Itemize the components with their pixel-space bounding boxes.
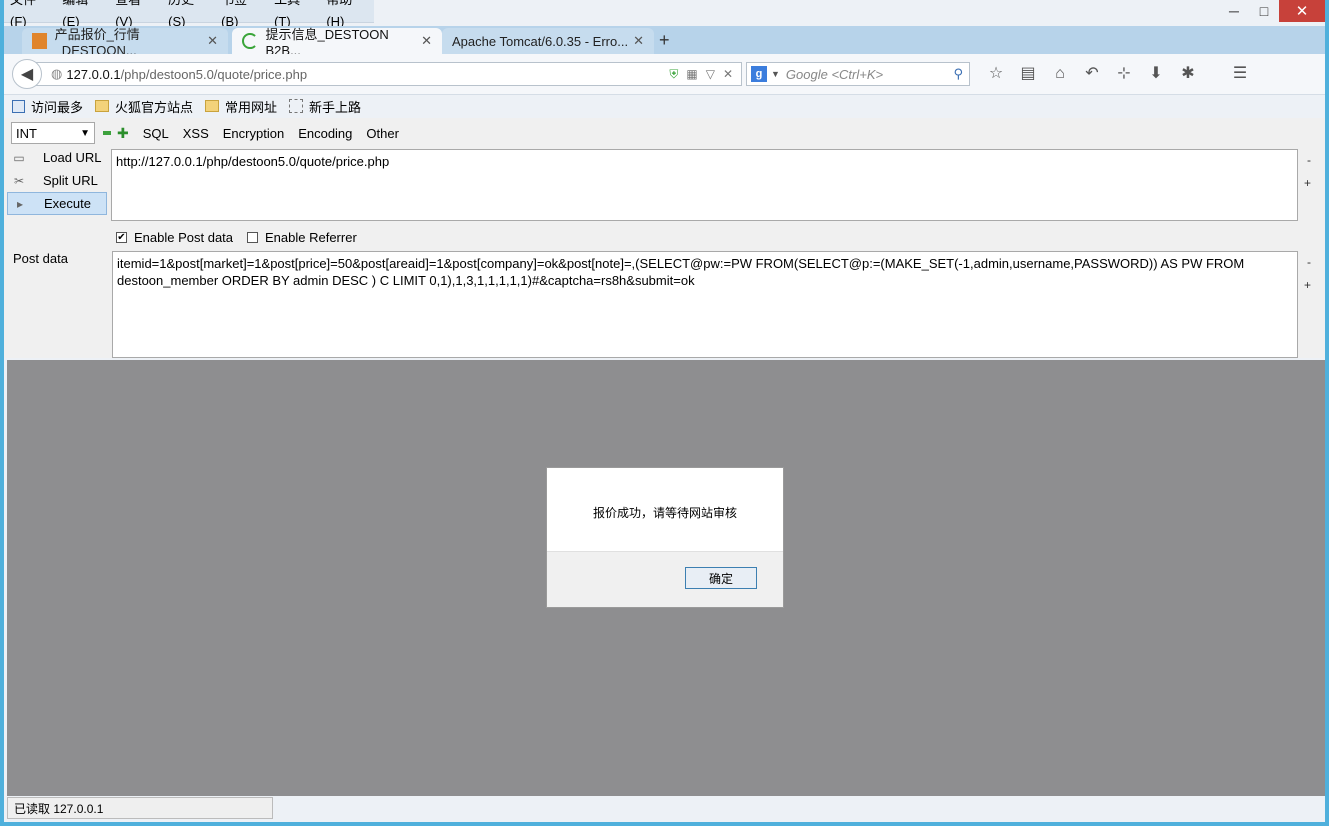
enable-post-checkbox[interactable]: ✔ Enable Post data: [116, 230, 233, 245]
url-host: 127.0.0.1: [66, 66, 121, 82]
download-icon[interactable]: ⬇: [1140, 62, 1172, 86]
clear-url-icon[interactable]: ✕: [723, 67, 733, 82]
hackbar-panel: INT ▼ ✚ SQL XSS Encryption Encoding Othe…: [4, 118, 1325, 358]
back-arrow-icon: ◀: [20, 66, 34, 83]
tab-label: 产品报价_行情_DESTOON...: [54, 27, 140, 58]
menu-icon[interactable]: ☰: [1224, 62, 1256, 86]
tab-close-icon[interactable]: ✕: [421, 33, 432, 49]
type-select[interactable]: INT ▼: [11, 122, 95, 144]
bookmark-star-icon[interactable]: ☆: [980, 62, 1012, 86]
url-path: /php/destoon5.0/quote/price.php: [120, 66, 308, 82]
browser-window: 文件(F) 编辑(E) 查看(V) 历史(S) 书签(B) 工具(T) 帮助(H…: [4, 0, 1325, 822]
tab-strip: 产品报价_行情_DESTOON... ✕ 提示信息_DESTOON B2B...…: [4, 26, 1325, 58]
load-url-label: Load URL: [43, 150, 102, 165]
bookmark-most-visited[interactable]: 访问最多: [12, 97, 83, 116]
tab-close-icon[interactable]: ✕: [633, 33, 644, 49]
enable-referrer-label: Enable Referrer: [265, 230, 357, 245]
search-placeholder: Google <Ctrl+K>: [785, 66, 884, 82]
url-text: http://127.0.0.1/php/destoon5.0/quote/pr…: [116, 154, 390, 169]
execute-button[interactable]: ▸ Execute: [7, 192, 107, 215]
hackbar-toolbar: INT ▼ ✚ SQL XSS Encryption Encoding Othe…: [4, 122, 399, 144]
shrink-post-button[interactable]: -: [1307, 255, 1311, 269]
xss-menu[interactable]: XSS: [183, 126, 209, 141]
new-tab-button[interactable]: +: [659, 30, 670, 51]
bookmark-label: 新手上路: [309, 99, 362, 115]
reading-list-icon[interactable]: ▤: [1012, 62, 1044, 86]
tab-prompt-info[interactable]: 提示信息_DESTOON B2B... ✕: [232, 27, 442, 58]
bookmark-firefox-site[interactable]: 火狐官方站点: [95, 97, 193, 116]
split-url-button[interactable]: ✂ Split URL: [7, 169, 107, 192]
firebug-icon[interactable]: ✱: [1172, 62, 1204, 86]
tab-tomcat-error[interactable]: Apache Tomcat/6.0.35 - Erro... ✕: [442, 28, 654, 54]
url-bar[interactable]: ◍ 127.0.0.1 /php/destoon5.0/quote/price.…: [34, 62, 742, 86]
decrease-icon[interactable]: [103, 131, 111, 135]
search-box[interactable]: g ▼ Google <Ctrl+K> ⚲: [746, 62, 970, 86]
status-bar: 已读取 127.0.0.1: [7, 797, 273, 819]
load-url-icon: ▭: [13, 150, 25, 165]
post-data-label: Post data: [13, 251, 68, 266]
tab-close-icon[interactable]: ✕: [207, 33, 218, 49]
menu-bar: 文件(F) 编辑(E) 查看(V) 历史(S) 书签(B) 工具(T) 帮助(H…: [4, 0, 374, 29]
tab-label: Apache Tomcat/6.0.35 - Erro...: [452, 33, 629, 49]
checkbox-unchecked-icon: [247, 232, 258, 243]
close-window-button[interactable]: ✕: [1279, 0, 1325, 22]
dropdown-arrow-icon[interactable]: ▽: [706, 67, 715, 82]
load-url-button[interactable]: ▭ Load URL: [7, 146, 107, 169]
sql-menu[interactable]: SQL: [143, 126, 169, 141]
home-icon[interactable]: ⌂: [1044, 62, 1076, 86]
post-data-textarea[interactable]: itemid=1&post[market]=1&post[price]=50&p…: [112, 251, 1298, 358]
encryption-menu[interactable]: Encryption: [223, 126, 284, 141]
execute-icon: ▸: [16, 196, 24, 211]
most-visited-icon: [12, 99, 25, 113]
bookmark-label: 常用网址: [225, 99, 278, 115]
grow-url-button[interactable]: +: [1304, 176, 1311, 190]
minimize-button[interactable]: ─: [1219, 0, 1249, 22]
globe-icon: ◍: [51, 66, 63, 81]
encoding-menu[interactable]: Encoding: [298, 126, 352, 141]
bookmark-getting-started[interactable]: 新手上路: [289, 97, 361, 116]
bookmark-label: 访问最多: [31, 99, 84, 115]
folder-icon: [95, 100, 110, 112]
split-url-icon: ✂: [13, 173, 25, 188]
alert-dialog: 报价成功，请等待网站审核 确定: [546, 467, 784, 608]
split-url-label: Split URL: [43, 173, 98, 188]
page-icon: [289, 99, 304, 113]
execute-label: Execute: [44, 196, 91, 211]
undo-icon[interactable]: ↶: [1076, 62, 1108, 86]
loading-spinner-icon: [242, 33, 258, 49]
toolbar-icons: ☆ ▤ ⌂ ↶ ⊹ ⬇ ✱ ☰: [980, 62, 1256, 86]
increase-icon[interactable]: ✚: [117, 125, 129, 142]
folder-icon: [205, 100, 220, 112]
navigation-bar: ◍ 127.0.0.1 /php/destoon5.0/quote/price.…: [4, 54, 1325, 95]
enable-referrer-checkbox[interactable]: Enable Referrer: [247, 230, 357, 245]
back-button[interactable]: ◀: [12, 59, 42, 89]
window-controls: ─ □ ✕: [1219, 0, 1325, 22]
tab-product-quote[interactable]: 产品报价_行情_DESTOON... ✕: [22, 27, 228, 58]
bookmarks-toolbar: 访问最多 火狐官方站点 常用网址 新手上路: [4, 95, 1325, 117]
engine-dropdown-icon[interactable]: ▼: [771, 69, 780, 79]
search-icon[interactable]: ⚲: [953, 66, 963, 82]
hackbar-actions: ▭ Load URL ✂ Split URL ▸ Execute: [7, 146, 107, 215]
crop-icon[interactable]: ⊹: [1108, 62, 1140, 86]
url-textarea[interactable]: http://127.0.0.1/php/destoon5.0/quote/pr…: [111, 149, 1298, 221]
other-menu[interactable]: Other: [366, 126, 399, 141]
shrink-url-button[interactable]: -: [1307, 153, 1311, 167]
site-favicon-icon: [32, 33, 47, 49]
alert-message: 报价成功，请等待网站审核: [592, 506, 737, 520]
checkbox-checked-icon: ✔: [116, 232, 127, 243]
post-data-text: itemid=1&post[market]=1&post[price]=50&p…: [117, 256, 1245, 288]
maximize-button[interactable]: □: [1249, 0, 1279, 22]
grow-post-button[interactable]: +: [1304, 278, 1311, 292]
dialog-footer: 确定: [547, 551, 783, 607]
bookmark-common-sites[interactable]: 常用网址: [205, 97, 277, 116]
qrcode-icon[interactable]: ▦: [686, 67, 697, 82]
enable-post-label: Enable Post data: [134, 230, 234, 245]
chevron-down-icon: ▼: [80, 127, 90, 139]
ok-button[interactable]: 确定: [685, 567, 757, 589]
tab-label: 提示信息_DESTOON B2B...: [265, 27, 389, 58]
google-engine-icon[interactable]: g: [751, 66, 767, 82]
shield-icon[interactable]: ⛨: [669, 67, 678, 82]
bookmark-label: 火狐官方站点: [115, 99, 194, 115]
type-select-value: INT: [16, 125, 37, 141]
